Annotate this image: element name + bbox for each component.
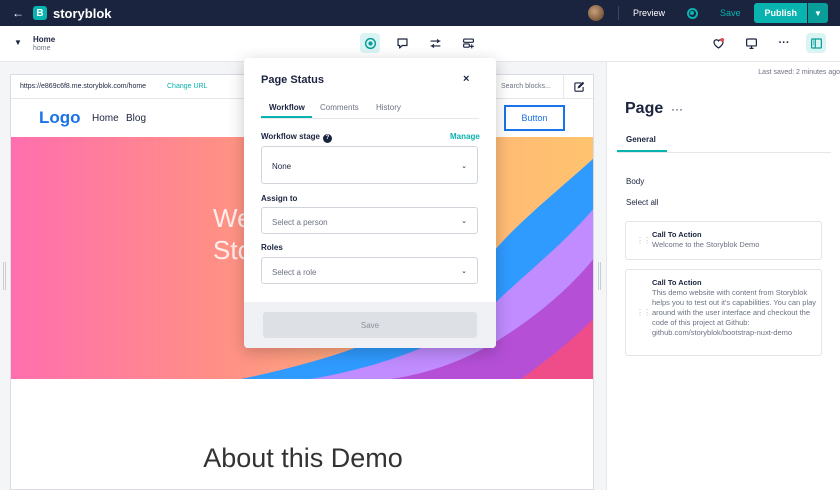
publish-button[interactable]: Publish xyxy=(754,3,807,23)
resize-handle-right[interactable] xyxy=(598,262,601,290)
block-title: Call To Action xyxy=(652,278,702,287)
story-title[interactable]: Home xyxy=(33,35,55,44)
brand-name: storyblok xyxy=(53,5,112,21)
search-blocks-input[interactable]: Search blocks... xyxy=(501,83,551,90)
body-field-label: Body xyxy=(626,177,645,186)
settings-sliders-icon[interactable] xyxy=(425,33,445,53)
avatar[interactable] xyxy=(587,5,604,21)
sidebar-toggle-icon[interactable] xyxy=(806,33,826,53)
divider xyxy=(261,118,479,119)
preview-url: https://e869c6f8.me.storyblok.com/home xyxy=(20,83,147,90)
top-bar: ← B storyblok Preview Save Publish ▼ xyxy=(0,0,840,26)
story-slug: home xyxy=(33,45,51,52)
select-all-button[interactable]: Select all xyxy=(626,198,658,207)
top-right-actions: Preview Save Publish ▼ xyxy=(587,0,840,26)
block-description: Welcome to the Storyblok Demo xyxy=(652,240,760,249)
divider xyxy=(617,152,831,153)
panel-title: Page xyxy=(625,100,664,117)
desktop-preview-icon[interactable] xyxy=(741,33,761,53)
tab-history[interactable]: History xyxy=(376,103,401,112)
save-status-button[interactable]: Save xyxy=(263,312,477,338)
more-icon[interactable]: ··· xyxy=(774,33,794,53)
chevron-down-icon: ⌄ xyxy=(461,268,467,275)
workflow-status-icon[interactable] xyxy=(686,7,698,19)
storyblok-logo-icon: B xyxy=(33,6,47,20)
site-nav-home[interactable]: Home xyxy=(92,113,119,124)
chevron-down-icon: ⌄ xyxy=(461,163,467,170)
editor-toolbar: ▼ Home home ··· xyxy=(0,26,840,62)
assign-person-placeholder: Select a person xyxy=(272,218,328,227)
drag-handle-icon[interactable]: ⋮⋮ xyxy=(636,308,651,317)
assign-to-label: Assign to xyxy=(261,194,298,203)
heart-alert-icon[interactable] xyxy=(708,33,728,53)
content-sidebar: Last saved: 2 minutes ago Page ··· Gener… xyxy=(606,62,840,490)
divider xyxy=(563,75,564,99)
site-cta-button[interactable]: Button xyxy=(504,105,565,131)
block-description: This demo website with content from Stor… xyxy=(652,288,817,337)
last-saved-status: Last saved: 2 minutes ago xyxy=(758,69,840,76)
roles-placeholder: Select a role xyxy=(272,268,317,277)
change-url-link[interactable]: Change URL xyxy=(167,83,207,90)
popover-footer: Save xyxy=(244,302,496,348)
workflow-stage-value: None xyxy=(272,162,292,171)
preview-button[interactable]: Preview xyxy=(633,8,665,18)
story-menu-chevron-down-icon[interactable]: ▼ xyxy=(14,38,22,47)
add-block-icon[interactable] xyxy=(458,33,478,53)
tab-workflow[interactable]: Workflow xyxy=(269,103,305,112)
page-status-popover: Page Status × Workflow Comments History … xyxy=(244,58,496,348)
tab-general[interactable]: General xyxy=(626,135,656,144)
comment-icon[interactable] xyxy=(392,33,412,53)
back-arrow-icon[interactable]: ← xyxy=(12,6,26,20)
close-icon[interactable]: × xyxy=(463,73,469,85)
block-title: Call To Action xyxy=(652,230,702,239)
panel-more-icon[interactable]: ··· xyxy=(671,102,683,116)
save-button[interactable]: Save xyxy=(720,8,741,18)
assign-person-select[interactable]: Select a person ⌄ xyxy=(261,207,478,234)
help-icon[interactable]: ? xyxy=(322,134,332,143)
manage-workflow-link[interactable]: Manage xyxy=(450,132,480,141)
workflow-stage-select[interactable]: None ⌄ xyxy=(261,146,478,184)
workflow-stage-label: Workflow stage? xyxy=(261,132,332,143)
site-logo[interactable]: Logo xyxy=(39,108,81,128)
roles-select[interactable]: Select a role ⌄ xyxy=(261,257,478,284)
workflow-status-icon[interactable] xyxy=(360,33,380,53)
publish-options-chevron-down-icon[interactable]: ▼ xyxy=(808,3,828,23)
popover-title: Page Status xyxy=(261,74,324,86)
block-item[interactable]: ⋮⋮ Call To Action This demo website with… xyxy=(625,269,822,356)
site-nav-blog[interactable]: Blog xyxy=(126,113,146,124)
chevron-down-icon: ⌄ xyxy=(461,218,467,225)
divider xyxy=(617,6,619,20)
about-heading[interactable]: About this Demo xyxy=(11,443,593,474)
tab-comments[interactable]: Comments xyxy=(320,103,359,112)
resize-handle-left[interactable] xyxy=(3,262,6,290)
block-item[interactable]: ⋮⋮ Call To Action Welcome to the Storybl… xyxy=(625,221,822,260)
roles-label: Roles xyxy=(261,243,283,252)
edit-mode-icon[interactable] xyxy=(573,81,585,93)
drag-handle-icon[interactable]: ⋮⋮ xyxy=(636,236,651,245)
